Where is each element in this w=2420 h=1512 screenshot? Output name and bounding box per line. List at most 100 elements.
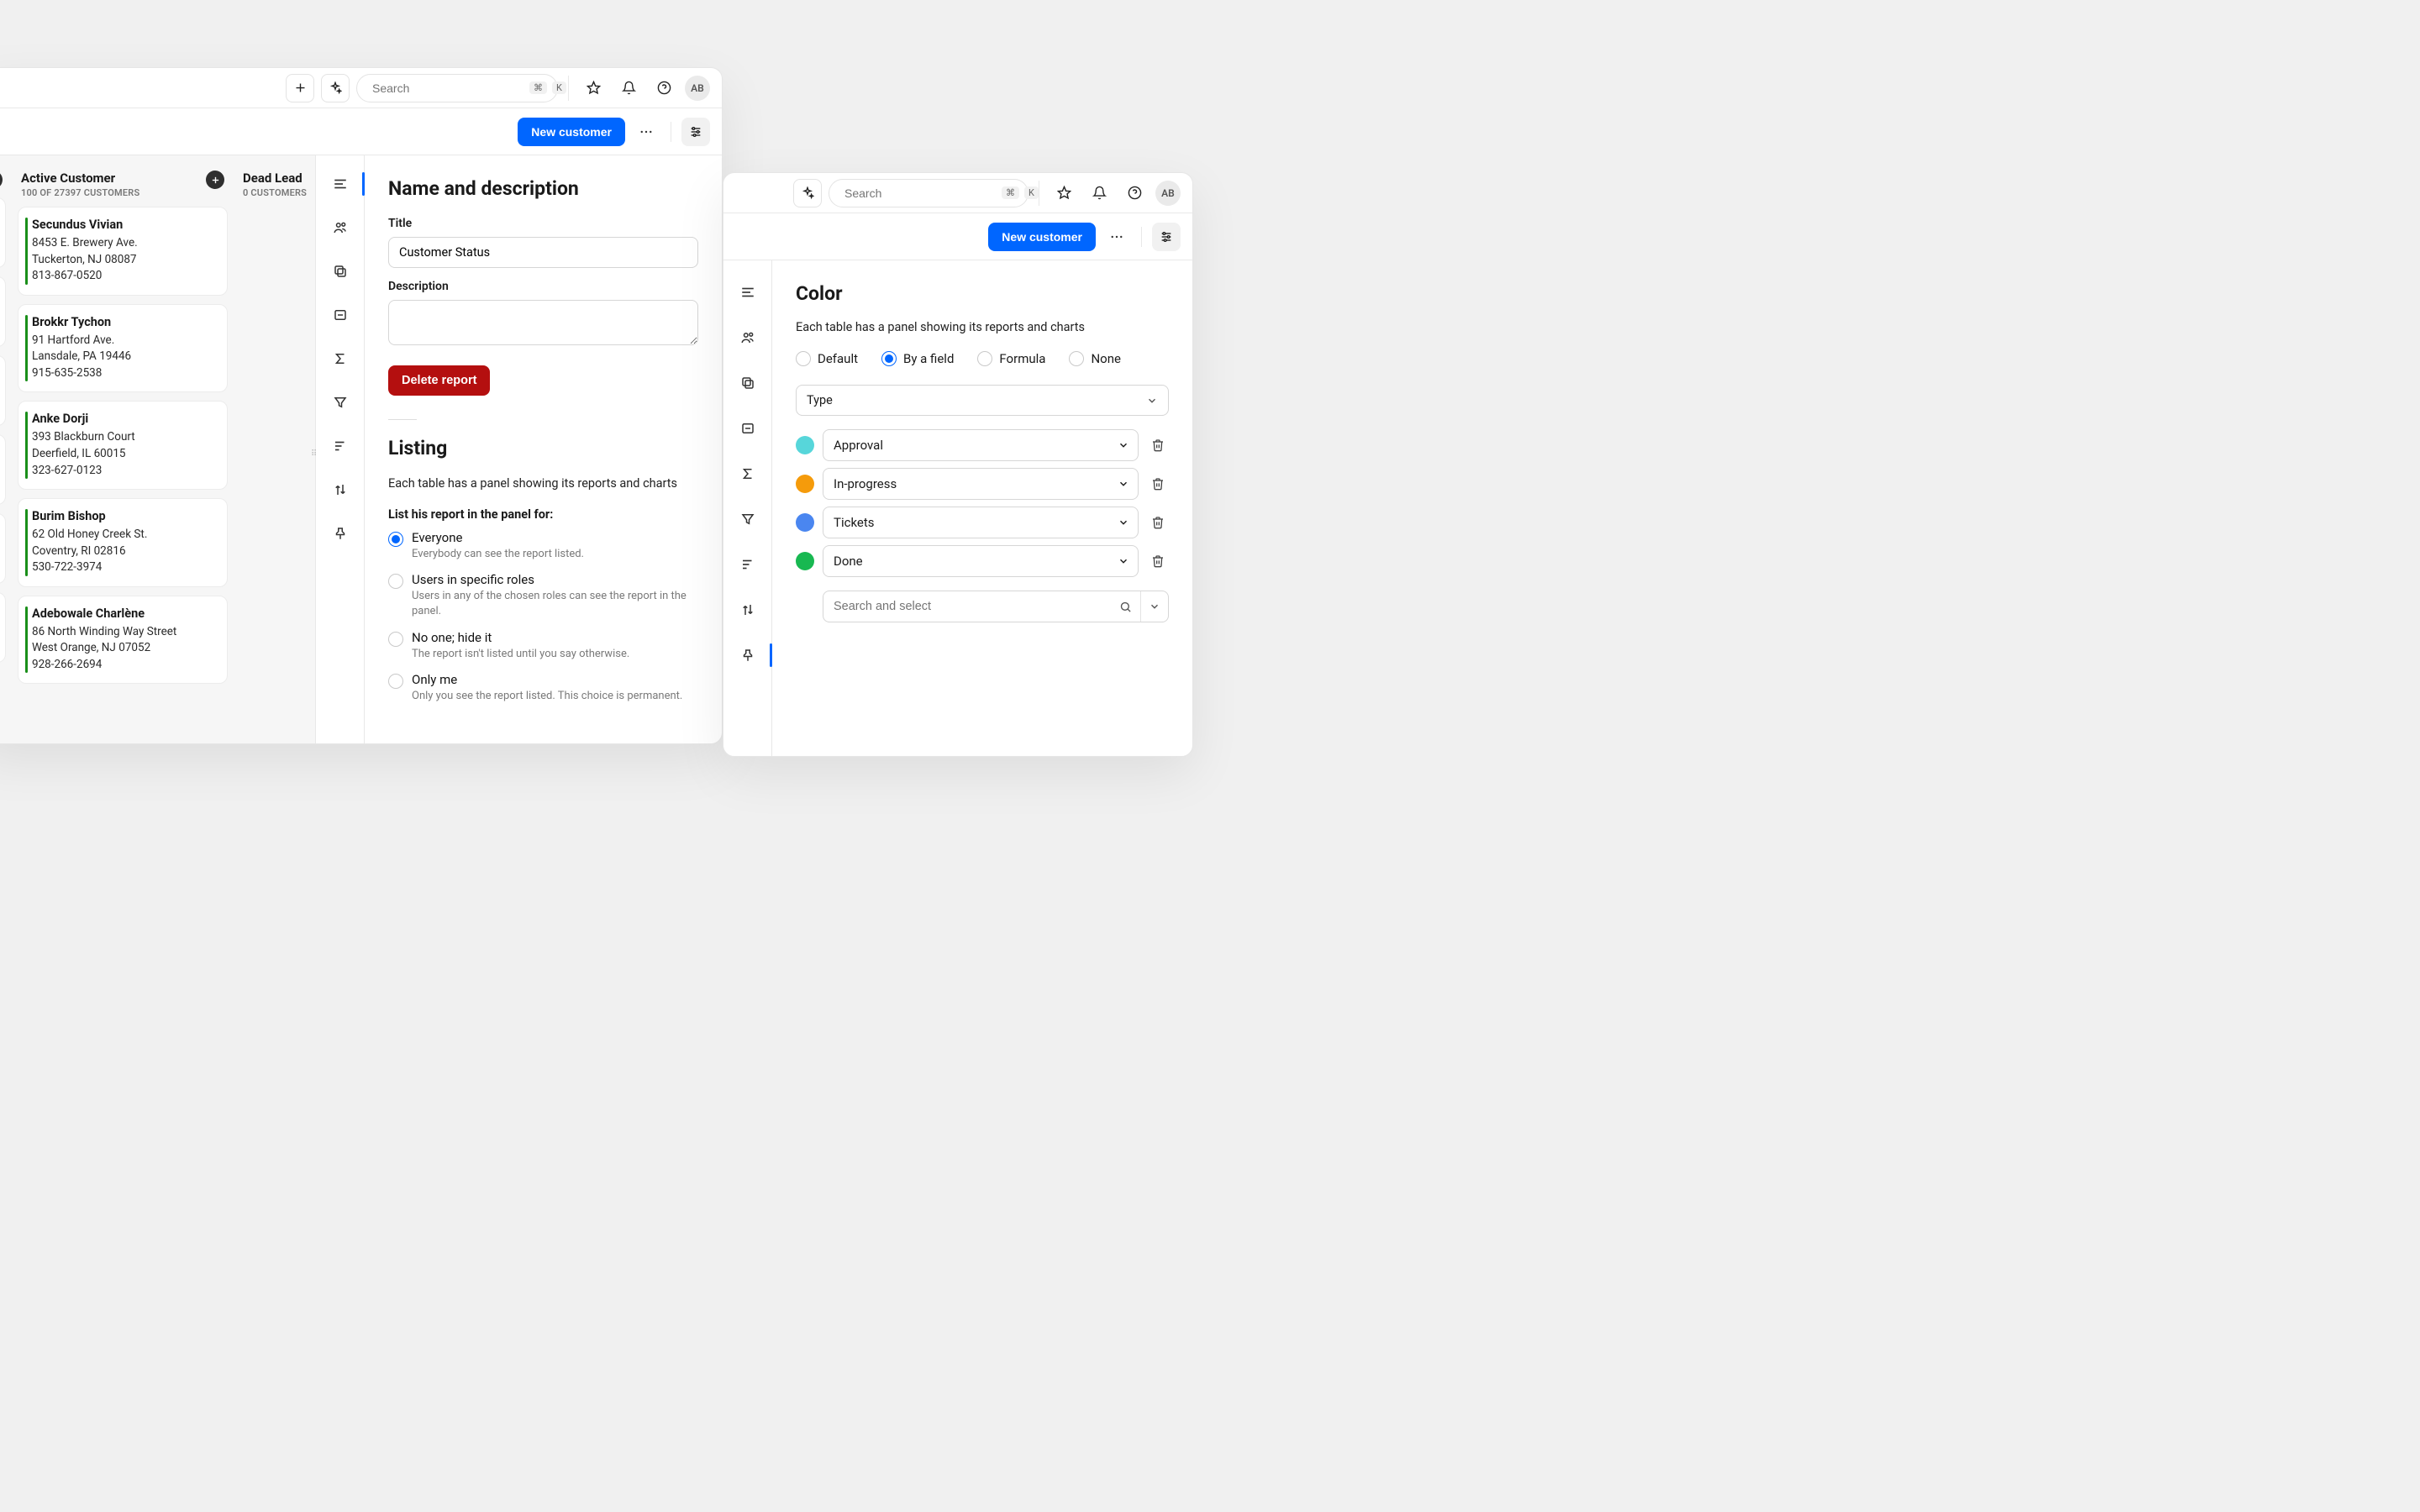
radio-icon[interactable] [388, 674, 403, 689]
search-select[interactable] [823, 591, 1169, 622]
value-select[interactable]: In-progress [823, 468, 1139, 500]
drag-handle-icon[interactable]: ⠿ [311, 449, 315, 459]
rail-item-filter[interactable] [732, 507, 764, 531]
new-customer-button[interactable]: New customer [988, 223, 1096, 251]
option-by-a-field[interactable]: By a field [881, 351, 954, 366]
description-input[interactable] [388, 300, 698, 345]
search-box[interactable]: ⌘ K [829, 179, 1028, 207]
delete-row-button[interactable] [1147, 434, 1169, 456]
panel-heading: Listing [388, 437, 698, 459]
card-edge[interactable] [0, 592, 6, 663]
delete-row-button[interactable] [1147, 550, 1169, 572]
radio-option-onlyme[interactable]: Only me Only you see the report listed. … [388, 672, 698, 704]
rail-item-menu[interactable] [324, 172, 356, 196]
radio-icon[interactable] [388, 632, 403, 647]
radio-icon[interactable] [1069, 351, 1084, 366]
rail-item-filter[interactable] [324, 391, 356, 414]
radio-option-everyone[interactable]: Everyone Everybody can see the report li… [388, 530, 698, 562]
sigma-icon [740, 466, 755, 481]
divider [568, 76, 569, 101]
panel-heading: Name and description [388, 177, 698, 200]
card-edge[interactable] [0, 513, 6, 584]
color-swatch[interactable] [796, 552, 814, 570]
delete-row-button[interactable] [1147, 473, 1169, 495]
rail-item-people[interactable] [732, 326, 764, 349]
color-swatch[interactable] [796, 475, 814, 493]
value-select[interactable]: Done [823, 545, 1139, 577]
customer-card[interactable]: Anke Dorji 393 Blackburn Court Deerfield… [18, 401, 228, 490]
color-swatch[interactable] [796, 513, 814, 532]
rail-item-pin[interactable] [324, 522, 356, 545]
search-input[interactable] [844, 186, 997, 200]
avatar[interactable]: AB [1155, 181, 1181, 206]
view-settings-button[interactable] [1152, 223, 1181, 251]
favorite-button[interactable] [1050, 179, 1078, 207]
search-input[interactable] [372, 81, 524, 95]
ai-button[interactable] [793, 179, 822, 207]
field-select[interactable]: Type [796, 385, 1169, 416]
radio-icon[interactable] [881, 351, 897, 366]
rail-item-sort[interactable] [324, 434, 356, 458]
copy-icon [333, 264, 348, 279]
add-card-button[interactable] [206, 171, 224, 189]
card-edge[interactable] [0, 197, 6, 268]
rail-item-form[interactable] [324, 303, 356, 327]
search-box[interactable]: ⌘ K [356, 74, 558, 102]
customer-card[interactable]: Burim Bishop 62 Old Honey Creek St. Cove… [18, 498, 228, 587]
card-edge[interactable] [0, 434, 6, 505]
more-button[interactable] [632, 118, 660, 146]
radio-icon[interactable] [977, 351, 992, 366]
rail-item-form[interactable] [732, 417, 764, 440]
color-row: Tickets [796, 507, 1169, 538]
rail-item-people[interactable] [324, 216, 356, 239]
rail-item-copy[interactable] [324, 260, 356, 283]
help-icon [657, 81, 671, 95]
radio-hint: Users in any of the chosen roles can see… [412, 589, 698, 619]
radio-option-roles[interactable]: Users in specific roles Users in any of … [388, 572, 698, 619]
delete-row-button[interactable] [1147, 512, 1169, 533]
add-button[interactable] [286, 74, 314, 102]
favorite-button[interactable] [579, 74, 608, 102]
people-icon [333, 220, 348, 235]
rail-item-menu[interactable] [732, 281, 764, 304]
radio-icon[interactable] [388, 532, 403, 547]
option-default[interactable]: Default [796, 351, 858, 366]
customer-card[interactable]: Secundus Vivian 8453 E. Brewery Ave. Tuc… [18, 207, 228, 296]
pin-icon [333, 526, 348, 541]
rail-item-copy[interactable] [732, 371, 764, 395]
title-input[interactable] [388, 237, 698, 268]
new-customer-button[interactable]: New customer [518, 118, 625, 146]
card-edge[interactable] [0, 355, 6, 426]
trash-icon [1151, 438, 1165, 452]
radio-icon[interactable] [388, 574, 403, 589]
radio-icon[interactable] [796, 351, 811, 366]
delete-report-button[interactable]: Delete report [388, 365, 490, 396]
ai-button[interactable] [321, 74, 350, 102]
customer-card[interactable]: Adebowale Charlène 86 North Winding Way … [18, 596, 228, 685]
search-select-input[interactable] [823, 600, 1111, 613]
value-select[interactable]: Approval [823, 429, 1139, 461]
option-formula[interactable]: Formula [977, 351, 1045, 366]
rail-item-swap[interactable] [732, 598, 764, 622]
rail-item-sigma[interactable] [732, 462, 764, 486]
view-settings-button[interactable] [681, 118, 710, 146]
help-button[interactable] [650, 74, 678, 102]
notifications-button[interactable] [1085, 179, 1113, 207]
dropdown-toggle[interactable] [1141, 601, 1168, 612]
add-card-button[interactable] [0, 171, 3, 189]
rail-item-swap[interactable] [324, 478, 356, 501]
avatar[interactable]: AB [685, 76, 710, 101]
chevron-down-icon [1118, 439, 1129, 451]
rail-item-sigma[interactable] [324, 347, 356, 370]
customer-card[interactable]: Brokkr Tychon 91 Hartford Ave. Lansdale,… [18, 304, 228, 393]
notifications-button[interactable] [614, 74, 643, 102]
more-button[interactable] [1102, 223, 1131, 251]
rail-item-sort[interactable] [732, 553, 764, 576]
help-button[interactable] [1120, 179, 1149, 207]
card-edge[interactable] [0, 276, 6, 347]
radio-option-noone[interactable]: No one; hide it The report isn't listed … [388, 630, 698, 662]
value-select[interactable]: Tickets [823, 507, 1139, 538]
rail-item-pin[interactable] [732, 643, 764, 667]
option-none[interactable]: None [1069, 351, 1121, 366]
color-swatch[interactable] [796, 436, 814, 454]
